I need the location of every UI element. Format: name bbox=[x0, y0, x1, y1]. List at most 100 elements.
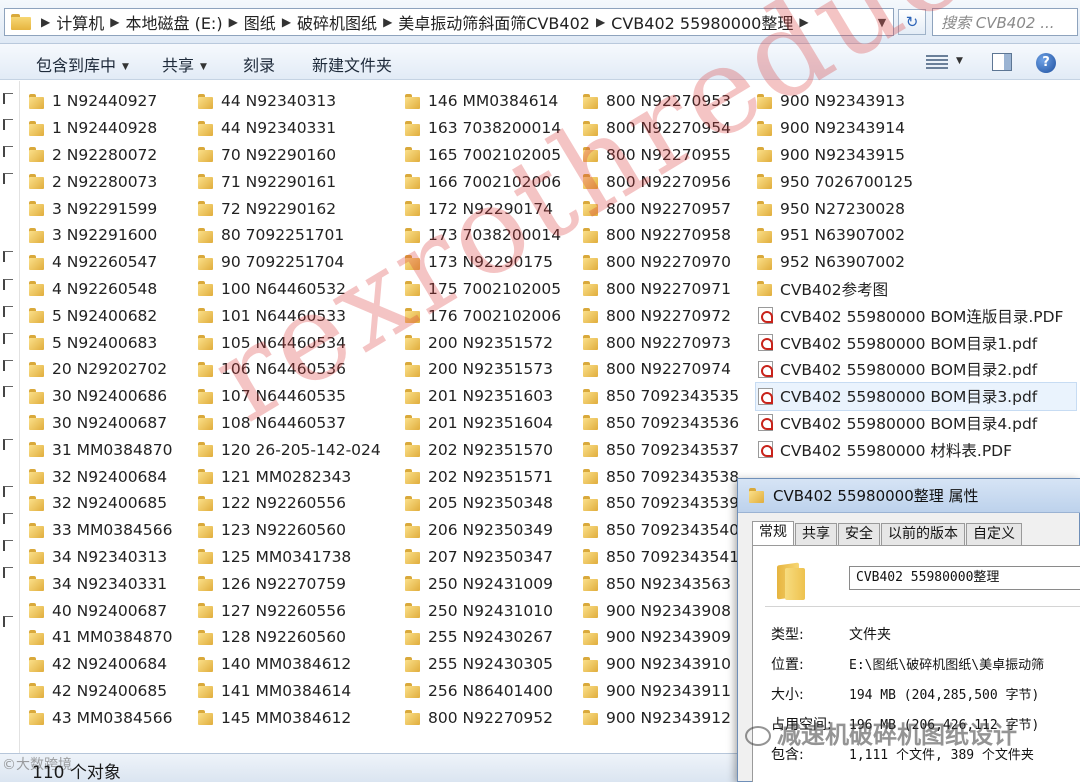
folder-item[interactable]: 106 N64460536 bbox=[197, 356, 397, 383]
folder-item[interactable]: 90 7092251704 bbox=[197, 249, 397, 276]
tab-general[interactable]: 常规 bbox=[752, 521, 794, 545]
folder-item[interactable]: 800 N92270973 bbox=[582, 329, 782, 356]
folder-item[interactable]: 800 N92270957 bbox=[582, 195, 782, 222]
folder-item[interactable]: CVB402参考图 bbox=[756, 276, 1076, 303]
folder-item[interactable]: 121 MM0282343 bbox=[197, 463, 397, 490]
folder-item[interactable]: 950 N27230028 bbox=[756, 195, 1076, 222]
address-dropdown-icon[interactable]: ▼ bbox=[871, 16, 893, 29]
folder-item[interactable]: 850 7092343536 bbox=[582, 410, 782, 437]
folder-item[interactable]: 205 N92350348 bbox=[404, 490, 604, 517]
breadcrumb-crusher-drawings[interactable]: 破碎机图纸 bbox=[297, 10, 377, 34]
include-in-library-button[interactable]: 包含到库中 ▼ bbox=[36, 52, 129, 76]
folder-item[interactable]: 201 N92351604 bbox=[404, 410, 604, 437]
folder-item[interactable]: 207 N92350347 bbox=[404, 544, 604, 571]
folder-item[interactable]: 80 7092251701 bbox=[197, 222, 397, 249]
folder-item[interactable]: 145 MM0384612 bbox=[197, 704, 397, 731]
folder-item[interactable]: 800 N92270970 bbox=[582, 249, 782, 276]
folder-item[interactable]: 850 7092343535 bbox=[582, 383, 782, 410]
folder-item[interactable]: 70 N92290160 bbox=[197, 142, 397, 169]
folder-item[interactable]: 206 N92350349 bbox=[404, 517, 604, 544]
folder-item[interactable]: 255 N92430305 bbox=[404, 651, 604, 678]
folder-item[interactable]: 126 N92270759 bbox=[197, 570, 397, 597]
help-icon[interactable]: ? bbox=[1036, 53, 1056, 73]
chevron-right-icon[interactable]: ▶ bbox=[282, 15, 291, 29]
tab-previous-versions[interactable]: 以前的版本 bbox=[881, 523, 965, 545]
folder-item[interactable]: 255 N92430267 bbox=[404, 624, 604, 651]
folder-item[interactable]: 202 N92351571 bbox=[404, 463, 604, 490]
folder-item[interactable]: 250 N92431010 bbox=[404, 597, 604, 624]
preview-pane-icon[interactable] bbox=[992, 53, 1012, 71]
folder-item[interactable]: 951 N63907002 bbox=[756, 222, 1076, 249]
breadcrumb-current-folder[interactable]: CVB402 55980000整理 bbox=[611, 10, 793, 34]
folder-item[interactable]: 200 N92351573 bbox=[404, 356, 604, 383]
folder-item[interactable]: 176 7002102006 bbox=[404, 302, 604, 329]
folder-item[interactable]: 122 N92260556 bbox=[197, 490, 397, 517]
chevron-right-icon[interactable]: ▶ bbox=[799, 15, 808, 29]
refresh-button[interactable]: ↻ bbox=[898, 9, 926, 35]
new-folder-button[interactable]: 新建文件夹 bbox=[312, 52, 392, 76]
breadcrumb-local-disk[interactable]: 本地磁盘 (E:) bbox=[125, 10, 222, 34]
folder-item[interactable]: 72 N92290162 bbox=[197, 195, 397, 222]
folder-item[interactable]: 125 MM0341738 bbox=[197, 544, 397, 571]
breadcrumb-drawings[interactable]: 图纸 bbox=[244, 10, 276, 34]
folder-item[interactable]: 128 N92260560 bbox=[197, 624, 397, 651]
folder-item[interactable]: 172 N92290174 bbox=[404, 195, 604, 222]
folder-item[interactable]: 250 N92431009 bbox=[404, 570, 604, 597]
chevron-right-icon[interactable]: ▶ bbox=[383, 15, 392, 29]
folder-item[interactable]: 201 N92351603 bbox=[404, 383, 604, 410]
search-input[interactable]: 搜索 CVB402 ... bbox=[932, 8, 1078, 36]
folder-item[interactable]: 71 N92290161 bbox=[197, 168, 397, 195]
pdf-file-item[interactable]: CVB402 55980000 BOM连版目录.PDF bbox=[756, 302, 1076, 329]
folder-item[interactable]: 850 7092343537 bbox=[582, 436, 782, 463]
share-button[interactable]: 共享 ▼ bbox=[162, 52, 207, 76]
folder-item[interactable]: 800 N92270955 bbox=[582, 142, 782, 169]
folder-item[interactable]: 44 N92340313 bbox=[197, 88, 397, 115]
folder-item[interactable]: 123 N92260560 bbox=[197, 517, 397, 544]
folder-item[interactable]: 127 N92260556 bbox=[197, 597, 397, 624]
folder-item[interactable]: 900 N92343915 bbox=[756, 142, 1076, 169]
tab-sharing[interactable]: 共享 bbox=[795, 523, 837, 545]
folder-item[interactable]: 146 MM0384614 bbox=[404, 88, 604, 115]
folder-item[interactable]: 140 MM0384612 bbox=[197, 651, 397, 678]
address-bar[interactable]: ▶ 计算机 ▶ 本地磁盘 (E:) ▶ 图纸 ▶ 破碎机图纸 ▶ 美卓振动筛斜面… bbox=[4, 8, 894, 36]
folder-item[interactable]: 100 N64460532 bbox=[197, 276, 397, 303]
folder-item[interactable]: 800 N92270954 bbox=[582, 115, 782, 142]
breadcrumb-screen-cvb402[interactable]: 美卓振动筛斜面筛CVB402 bbox=[398, 10, 590, 34]
dialog-title-bar[interactable]: CVB402 55980000整理 属性 bbox=[738, 479, 1080, 513]
folder-item[interactable]: 952 N63907002 bbox=[756, 249, 1076, 276]
burn-button[interactable]: 刻录 bbox=[243, 52, 275, 76]
folder-item[interactable]: 107 N64460535 bbox=[197, 383, 397, 410]
folder-item[interactable]: 108 N64460537 bbox=[197, 410, 397, 437]
folder-item[interactable]: 800 N92270958 bbox=[582, 222, 782, 249]
folder-item[interactable]: 800 N92270953 bbox=[582, 88, 782, 115]
folder-item[interactable]: 165 7002102005 bbox=[404, 142, 604, 169]
folder-item[interactable]: 173 7038200014 bbox=[404, 222, 604, 249]
chevron-right-icon[interactable]: ▶ bbox=[110, 15, 119, 29]
folder-item[interactable]: 900 N92343914 bbox=[756, 115, 1076, 142]
folder-item[interactable]: 101 N64460533 bbox=[197, 302, 397, 329]
folder-item[interactable]: 166 7002102006 bbox=[404, 168, 604, 195]
view-options-icon[interactable] bbox=[926, 54, 948, 70]
folder-item[interactable]: 800 N92270972 bbox=[582, 302, 782, 329]
folder-name-field[interactable]: CVB402 55980000整理 bbox=[849, 566, 1080, 590]
folder-item[interactable]: 800 N92270971 bbox=[582, 276, 782, 303]
pdf-file-item[interactable]: CVB402 55980000 BOM目录3.pdf bbox=[755, 381, 1077, 411]
folder-item[interactable]: 256 N86401400 bbox=[404, 678, 604, 705]
tab-security[interactable]: 安全 bbox=[838, 523, 880, 545]
folder-item[interactable]: 175 7002102005 bbox=[404, 276, 604, 303]
chevron-right-icon[interactable]: ▶ bbox=[41, 15, 50, 29]
folder-item[interactable]: 120 26-205-142-024 bbox=[197, 436, 397, 463]
folder-item[interactable]: 800 N92270956 bbox=[582, 168, 782, 195]
pdf-file-item[interactable]: CVB402 55980000 BOM目录4.pdf bbox=[756, 410, 1076, 437]
folder-item[interactable]: 141 MM0384614 bbox=[197, 678, 397, 705]
breadcrumb-computer[interactable]: 计算机 bbox=[56, 10, 104, 34]
tab-customize[interactable]: 自定义 bbox=[966, 523, 1022, 545]
navigation-pane-edge[interactable] bbox=[0, 81, 20, 753]
folder-item[interactable]: 900 N92343913 bbox=[756, 88, 1076, 115]
folder-item[interactable]: 200 N92351572 bbox=[404, 329, 604, 356]
chevron-right-icon[interactable]: ▶ bbox=[229, 15, 238, 29]
folder-item[interactable]: 950 7026700125 bbox=[756, 168, 1076, 195]
caret-down-icon[interactable]: ▼ bbox=[956, 56, 963, 66]
folder-item[interactable]: 44 N92340331 bbox=[197, 115, 397, 142]
pdf-file-item[interactable]: CVB402 55980000 材料表.PDF bbox=[756, 436, 1076, 463]
